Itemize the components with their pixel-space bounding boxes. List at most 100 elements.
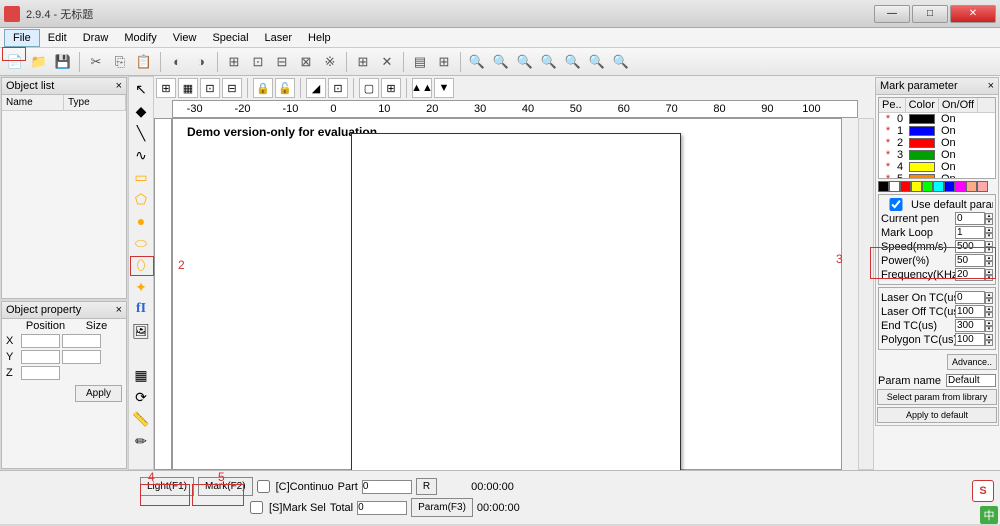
zoom-icon[interactable]: 🔍: [538, 51, 560, 73]
menu-view[interactable]: View: [165, 30, 205, 46]
menu-modify[interactable]: Modify: [116, 30, 164, 46]
continuous-checkbox[interactable]: [257, 480, 270, 493]
menu-laser[interactable]: Laser: [257, 30, 301, 46]
mirror-h-icon[interactable]: ▲▲: [412, 78, 432, 98]
curve-icon[interactable]: ∿: [131, 145, 151, 165]
save-icon[interactable]: 💾: [52, 51, 74, 73]
pen-list[interactable]: Pe..ColorOn/Off *0On*1On*2On*3On*4On*5On…: [878, 97, 996, 179]
color-swatch[interactable]: [900, 181, 911, 192]
ime-icon[interactable]: S: [972, 480, 994, 502]
param-button[interactable]: Param(F3): [411, 498, 473, 517]
menu-draw[interactable]: Draw: [75, 30, 117, 46]
r-button[interactable]: R: [416, 478, 437, 495]
zoom-out-icon[interactable]: 🔍: [514, 51, 536, 73]
pen-row[interactable]: *5On: [879, 173, 995, 179]
polygon-icon[interactable]: ⬠: [131, 189, 151, 209]
copy-icon[interactable]: ⎘: [109, 51, 131, 73]
color-swatch[interactable]: [955, 181, 966, 192]
close-icon[interactable]: ×: [988, 80, 994, 92]
open-icon[interactable]: 📁: [28, 51, 50, 73]
color-bar[interactable]: [878, 181, 996, 192]
color-swatch[interactable]: [889, 181, 900, 192]
y-pos-input[interactable]: [21, 350, 60, 364]
close-icon[interactable]: ×: [116, 304, 122, 316]
lock-icon[interactable]: 🔒: [253, 78, 273, 98]
rect-icon[interactable]: ▭: [131, 167, 151, 187]
advance-button[interactable]: Advance..: [947, 354, 997, 370]
apply-button[interactable]: Apply: [75, 385, 122, 402]
tool-icon[interactable]: ⊡: [247, 51, 269, 73]
ruler-icon[interactable]: 📏: [131, 409, 151, 429]
scrollbar-vertical[interactable]: [858, 118, 874, 470]
select-library-button[interactable]: Select param from library: [877, 389, 997, 405]
drawing-rect[interactable]: [351, 133, 681, 471]
color-swatch[interactable]: [977, 181, 988, 192]
refresh-icon[interactable]: ⟳: [131, 387, 151, 407]
color-swatch[interactable]: [966, 181, 977, 192]
btn-icon[interactable]: ⊡: [328, 78, 348, 98]
text-tool-icon[interactable]: fI: [131, 299, 151, 319]
x-size-input[interactable]: [62, 334, 101, 348]
btn-icon[interactable]: ◢: [306, 78, 326, 98]
part-input[interactable]: [362, 480, 412, 494]
maximize-button[interactable]: □: [912, 5, 948, 23]
btn-icon[interactable]: ⊡: [200, 78, 220, 98]
mirror-v-icon[interactable]: ▼: [434, 78, 454, 98]
pen-row[interactable]: *1On: [879, 125, 995, 137]
btn-icon[interactable]: ⊟: [222, 78, 242, 98]
minimize-button[interactable]: —: [874, 5, 910, 23]
pen-row[interactable]: *4On: [879, 161, 995, 173]
canvas[interactable]: Demo version-only for evaluation: [172, 118, 842, 470]
tool-icon[interactable]: ✕: [376, 51, 398, 73]
color-swatch[interactable]: [944, 181, 955, 192]
color-swatch[interactable]: [911, 181, 922, 192]
zoom-icon[interactable]: 🔍: [466, 51, 488, 73]
btn-icon[interactable]: ▢: [359, 78, 379, 98]
param-input[interactable]: [955, 291, 985, 304]
line-icon[interactable]: ╲: [131, 123, 151, 143]
circle-icon[interactable]: ●: [131, 211, 151, 231]
apply-default-button[interactable]: Apply to default: [877, 407, 997, 423]
pen-row[interactable]: *0On: [879, 113, 995, 125]
tool-icon[interactable]: ⊠: [295, 51, 317, 73]
param-input[interactable]: [955, 333, 985, 346]
pen-row[interactable]: *2On: [879, 137, 995, 149]
marksel-checkbox[interactable]: [250, 501, 263, 514]
color-swatch[interactable]: [933, 181, 944, 192]
ellipse-icon[interactable]: ⬭: [131, 233, 151, 253]
tool-icon[interactable]: ▤: [409, 51, 431, 73]
zoom-icon[interactable]: 🔍: [586, 51, 608, 73]
menu-file[interactable]: File: [4, 29, 40, 47]
paste-icon[interactable]: 📋: [133, 51, 155, 73]
zoom-icon[interactable]: 🔍: [610, 51, 632, 73]
z-pos-input[interactable]: [21, 366, 60, 380]
tool-icon[interactable]: ※: [319, 51, 341, 73]
menu-special[interactable]: Special: [204, 30, 256, 46]
col-name[interactable]: Name: [2, 95, 64, 110]
tool-icon[interactable]: ⊞: [352, 51, 374, 73]
star-icon[interactable]: ✦: [131, 277, 151, 297]
tool-icon[interactable]: ⊞: [223, 51, 245, 73]
tool-icon[interactable]: ⊞: [433, 51, 455, 73]
param-input[interactable]: [955, 212, 985, 225]
unlock-icon[interactable]: 🔓: [275, 78, 295, 98]
zoom-icon[interactable]: 🔍: [562, 51, 584, 73]
use-default-checkbox[interactable]: [881, 198, 911, 211]
cut-icon[interactable]: ✂: [85, 51, 107, 73]
close-icon[interactable]: ×: [116, 80, 122, 92]
node-icon[interactable]: ◆: [131, 101, 151, 121]
ime-lang-icon[interactable]: 中: [980, 506, 998, 524]
pen-row[interactable]: *3On: [879, 149, 995, 161]
hatch-icon[interactable]: ▦: [131, 365, 151, 385]
param-name-input[interactable]: [946, 374, 996, 387]
grid-icon[interactable]: ▦: [178, 78, 198, 98]
param-input[interactable]: [955, 226, 985, 239]
redo-icon[interactable]: ◑: [190, 51, 212, 73]
zoom-in-icon[interactable]: 🔍: [490, 51, 512, 73]
color-swatch[interactable]: [922, 181, 933, 192]
y-size-input[interactable]: [62, 350, 101, 364]
select-icon[interactable]: ↖: [131, 79, 151, 99]
close-button[interactable]: ✕: [950, 5, 996, 23]
tool-icon[interactable]: ⊟: [271, 51, 293, 73]
color-swatch[interactable]: [878, 181, 889, 192]
